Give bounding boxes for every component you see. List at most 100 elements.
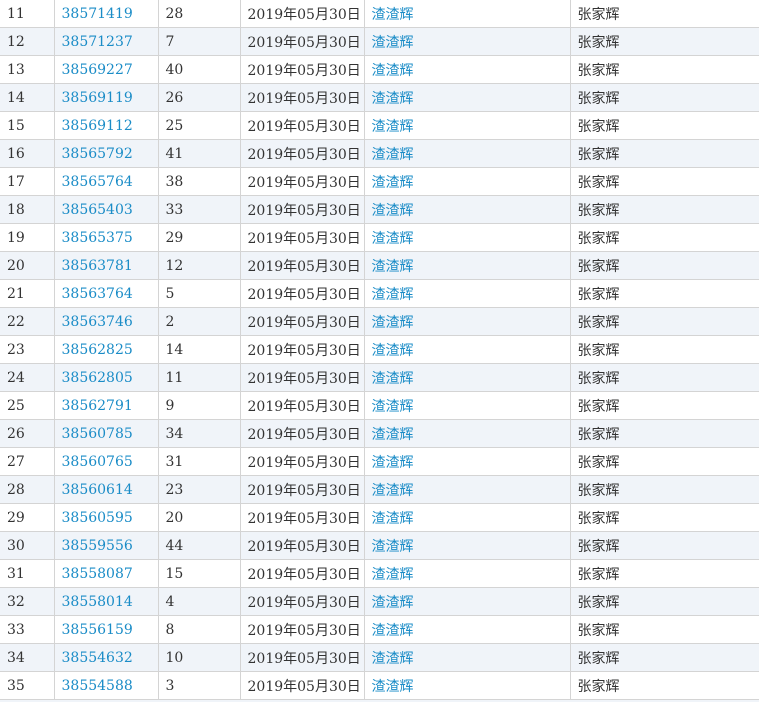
name-cell: 张家辉 <box>570 587 759 616</box>
author-link[interactable]: 渣渣辉 <box>372 679 414 695</box>
count-text: 20 <box>165 509 184 526</box>
author-link[interactable]: 渣渣辉 <box>372 287 414 303</box>
author-link[interactable]: 渣渣辉 <box>372 91 414 107</box>
table-row: 20 38563781 12 2019年05月30日 渣渣辉 张家辉 <box>0 251 759 280</box>
record-id-link[interactable]: 38565792 <box>62 146 133 162</box>
record-id-link[interactable]: 38569119 <box>62 90 133 106</box>
author-link[interactable]: 渣渣辉 <box>372 343 414 359</box>
author-link[interactable]: 渣渣辉 <box>372 399 414 415</box>
name-cell: 张家辉 <box>570 27 759 56</box>
record-id-link[interactable]: 38565375 <box>62 230 133 246</box>
record-id-link[interactable]: 38565764 <box>62 174 133 190</box>
row-index-text: 27 <box>7 453 25 470</box>
author-link[interactable]: 渣渣辉 <box>372 595 414 611</box>
record-id-link[interactable]: 38560595 <box>62 510 133 526</box>
author-link[interactable]: 渣渣辉 <box>372 231 414 247</box>
date-cell: 2019年05月30日 <box>240 391 365 420</box>
record-id-link[interactable]: 38554588 <box>62 678 133 694</box>
date-cell: 2019年05月30日 <box>240 167 365 196</box>
record-id-cell: 38560614 <box>54 475 159 504</box>
record-id-link[interactable]: 38571237 <box>62 34 133 50</box>
record-id-link[interactable]: 38569227 <box>62 62 133 78</box>
date-cell: 2019年05月30日 <box>240 531 365 560</box>
count-text: 14 <box>165 341 184 358</box>
record-id-link[interactable]: 38562791 <box>62 398 133 414</box>
record-id-link[interactable]: 38569112 <box>62 118 133 134</box>
name-text: 张家辉 <box>577 174 620 191</box>
record-id-link[interactable]: 38563764 <box>62 286 133 302</box>
author-link[interactable]: 渣渣辉 <box>372 455 414 471</box>
record-id-link[interactable]: 38571419 <box>62 6 133 22</box>
record-id-link[interactable]: 38565403 <box>62 202 133 218</box>
author-link[interactable]: 渣渣辉 <box>372 259 414 275</box>
table-row: 28 38560614 23 2019年05月30日 渣渣辉 张家辉 <box>0 475 759 504</box>
row-index-text: 13 <box>7 61 25 78</box>
record-id-link[interactable]: 38562825 <box>62 342 133 358</box>
table-row: 24 38562805 11 2019年05月30日 渣渣辉 张家辉 <box>0 363 759 392</box>
record-id-link[interactable]: 38556159 <box>62 622 133 638</box>
table-row: 13 38569227 40 2019年05月30日 渣渣辉 张家辉 <box>0 55 759 84</box>
name-text: 张家辉 <box>577 90 620 107</box>
author-link[interactable]: 渣渣辉 <box>372 511 414 527</box>
record-id-cell: 38558087 <box>54 559 159 588</box>
record-id-link[interactable]: 38560614 <box>62 482 133 498</box>
author-cell: 渣渣辉 <box>364 167 571 196</box>
record-id-link[interactable]: 38560765 <box>62 454 133 470</box>
name-text: 张家辉 <box>577 286 620 303</box>
record-id-link[interactable]: 38558087 <box>62 566 133 582</box>
record-id-link[interactable]: 38559556 <box>62 538 133 554</box>
author-link[interactable]: 渣渣辉 <box>372 623 414 639</box>
count-text: 38 <box>165 173 184 190</box>
record-id-cell: 38571237 <box>54 27 159 56</box>
record-id-cell: 38556159 <box>54 615 159 644</box>
name-text: 张家辉 <box>577 62 620 79</box>
author-link[interactable]: 渣渣辉 <box>372 483 414 499</box>
row-index-cell: 27 <box>0 447 55 476</box>
record-id-link[interactable]: 38560785 <box>62 426 133 442</box>
row-index-text: 31 <box>7 565 25 582</box>
date-text: 2019年05月30日 <box>247 90 361 107</box>
count-text: 26 <box>165 89 184 106</box>
author-link[interactable]: 渣渣辉 <box>372 147 414 163</box>
count-text: 5 <box>165 285 175 302</box>
name-text: 张家辉 <box>577 510 620 527</box>
name-cell: 张家辉 <box>570 475 759 504</box>
record-id-link[interactable]: 38562805 <box>62 370 133 386</box>
count-text: 29 <box>165 229 184 246</box>
count-text: 40 <box>165 61 184 78</box>
name-text: 张家辉 <box>577 398 620 415</box>
count-cell: 26 <box>158 83 241 112</box>
author-link[interactable]: 渣渣辉 <box>372 539 414 555</box>
date-text: 2019年05月30日 <box>247 174 361 191</box>
author-link[interactable]: 渣渣辉 <box>372 35 414 51</box>
record-id-link[interactable]: 38563746 <box>62 314 133 330</box>
name-text: 张家辉 <box>577 6 620 23</box>
date-text: 2019年05月30日 <box>247 118 361 135</box>
author-link[interactable]: 渣渣辉 <box>372 567 414 583</box>
author-link[interactable]: 渣渣辉 <box>372 7 414 23</box>
count-cell: 5 <box>158 279 241 308</box>
author-link[interactable]: 渣渣辉 <box>372 119 414 135</box>
date-text: 2019年05月30日 <box>247 202 361 219</box>
name-cell: 张家辉 <box>570 335 759 364</box>
author-link[interactable]: 渣渣辉 <box>372 63 414 79</box>
author-link[interactable]: 渣渣辉 <box>372 175 414 191</box>
author-link[interactable]: 渣渣辉 <box>372 427 414 443</box>
record-id-link[interactable]: 38558014 <box>62 594 133 610</box>
record-id-link[interactable]: 38563781 <box>62 258 133 274</box>
count-cell: 8 <box>158 615 241 644</box>
count-cell: 2 <box>158 307 241 336</box>
date-text: 2019年05月30日 <box>247 482 361 499</box>
author-link[interactable]: 渣渣辉 <box>372 315 414 331</box>
author-link[interactable]: 渣渣辉 <box>372 651 414 667</box>
record-id-link[interactable]: 38554632 <box>62 650 133 666</box>
author-link[interactable]: 渣渣辉 <box>372 203 414 219</box>
date-text: 2019年05月30日 <box>247 6 361 23</box>
date-text: 2019年05月30日 <box>247 34 361 51</box>
author-link[interactable]: 渣渣辉 <box>372 371 414 387</box>
record-id-cell: 38569119 <box>54 83 159 112</box>
row-index-cell: 21 <box>0 279 55 308</box>
date-cell: 2019年05月30日 <box>240 503 365 532</box>
record-id-cell: 38569112 <box>54 111 159 140</box>
row-index-text: 18 <box>7 201 25 218</box>
